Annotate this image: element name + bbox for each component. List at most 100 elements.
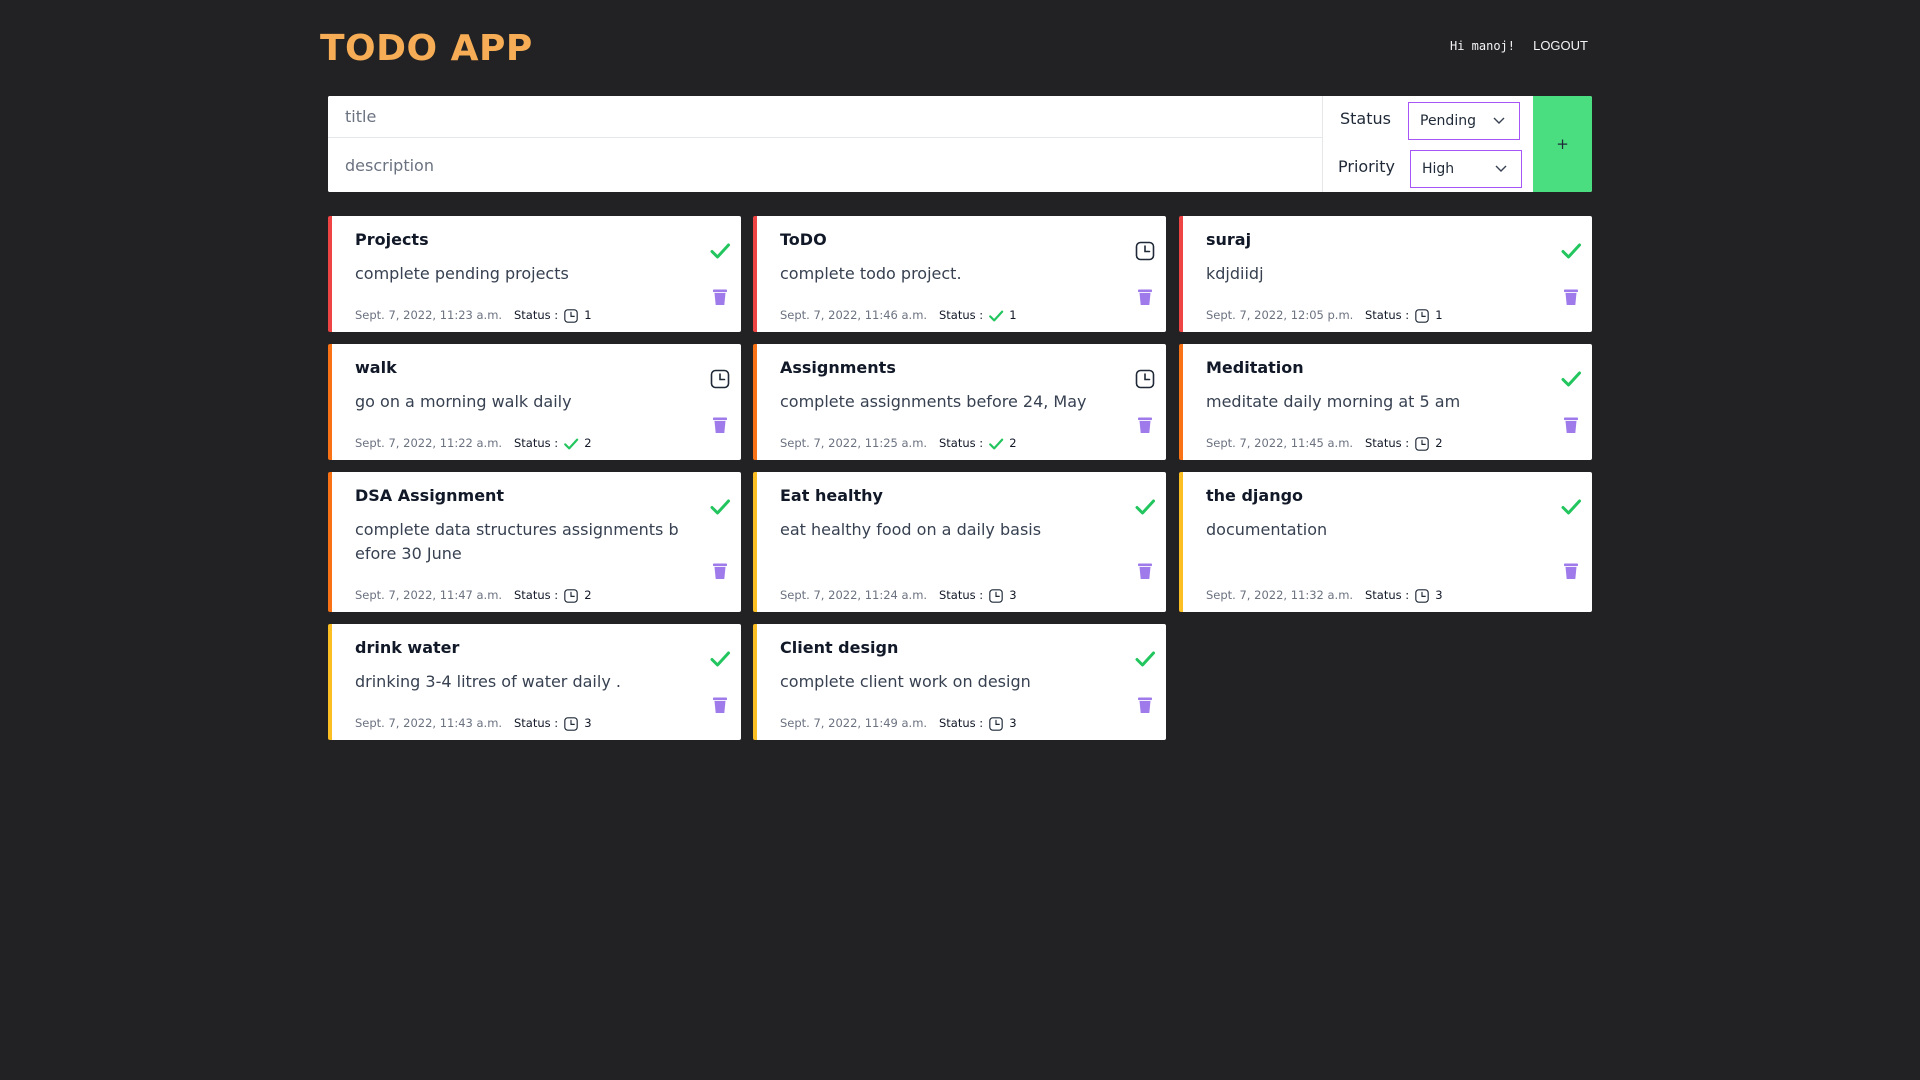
todo-card: drink water drinking 3-4 litres of water… xyxy=(328,624,741,740)
delete-button[interactable] xyxy=(712,696,728,714)
delete-button[interactable] xyxy=(712,562,728,580)
todo-status: Status : 1 xyxy=(939,308,1017,322)
toggle-status-button[interactable] xyxy=(1134,496,1156,518)
status-icon-wrap xyxy=(988,716,1004,731)
clock-icon xyxy=(989,589,1003,603)
todo-date: Sept. 7, 2022, 11:23 a.m. xyxy=(355,308,503,322)
title-input[interactable] xyxy=(328,96,1322,138)
trash-icon xyxy=(713,417,727,433)
trash-icon xyxy=(1138,563,1152,579)
todo-title: the django xyxy=(1206,486,1304,505)
status-select[interactable]: Pending xyxy=(1408,102,1520,140)
toggle-status-button[interactable] xyxy=(709,240,731,262)
todo-title: ToDO xyxy=(780,230,827,249)
todo-card: Client design complete client work on de… xyxy=(753,624,1166,740)
delete-button[interactable] xyxy=(1563,562,1579,580)
check-icon xyxy=(710,499,730,515)
toggle-status-button[interactable] xyxy=(709,368,731,390)
toggle-status-button[interactable] xyxy=(1134,368,1156,390)
todo-date: Sept. 7, 2022, 12:05 p.m. xyxy=(1206,308,1354,322)
todo-description: complete data structures assignments bef… xyxy=(355,520,679,563)
priority-number: 2 xyxy=(584,436,592,450)
delete-button[interactable] xyxy=(1137,696,1153,714)
todo-date: Sept. 7, 2022, 11:46 a.m. xyxy=(780,308,928,322)
trash-icon xyxy=(713,289,727,305)
priority-number: 1 xyxy=(584,308,592,322)
status-text: Status : xyxy=(939,308,984,322)
todo-title: Meditation xyxy=(1206,358,1304,377)
status-text: Status : xyxy=(514,588,559,602)
priority-number: 3 xyxy=(1435,588,1443,602)
priority-number: 2 xyxy=(584,588,592,602)
clock-icon xyxy=(564,309,578,323)
status-text: Status : xyxy=(939,588,984,602)
status-icon-wrap xyxy=(988,436,1004,450)
todo-date: Sept. 7, 2022, 11:22 a.m. xyxy=(355,436,503,450)
description-input[interactable] xyxy=(328,138,1322,192)
toggle-status-button[interactable] xyxy=(1560,240,1582,262)
status-text: Status : xyxy=(1365,436,1410,450)
toggle-status-button[interactable] xyxy=(1134,648,1156,670)
todo-status: Status : 3 xyxy=(514,716,592,731)
todo-description: drinking 3-4 litres of water daily . xyxy=(355,672,621,691)
clock-icon xyxy=(1415,437,1429,451)
todo-description: complete pending projects xyxy=(355,264,569,283)
toggle-status-button[interactable] xyxy=(1560,368,1582,390)
delete-button[interactable] xyxy=(1137,562,1153,580)
todo-card: Eat healthy eat healthy food on a daily … xyxy=(753,472,1166,612)
delete-button[interactable] xyxy=(1137,416,1153,434)
status-text: Status : xyxy=(514,436,559,450)
todo-title: Projects xyxy=(355,230,429,249)
todo-title: Client design xyxy=(780,638,899,657)
todo-title: drink water xyxy=(355,638,460,657)
check-icon xyxy=(1561,499,1581,515)
todo-card: suraj kdjdiidj Sept. 7, 2022, 12:05 p.m.… xyxy=(1179,216,1592,332)
trash-icon xyxy=(1138,697,1152,713)
user-greeting: Hi manoj! xyxy=(1449,39,1515,53)
priority-select-value: High xyxy=(1422,161,1455,177)
add-todo-button[interactable]: + xyxy=(1533,96,1592,192)
delete-button[interactable] xyxy=(1563,288,1579,306)
delete-button[interactable] xyxy=(1137,288,1153,306)
trash-icon xyxy=(1138,289,1152,305)
status-icon-wrap xyxy=(1414,588,1430,603)
todo-card: Assignments complete assignments before … xyxy=(753,344,1166,460)
clock-icon xyxy=(564,717,578,731)
todo-description: meditate daily morning at 5 am xyxy=(1206,392,1461,411)
clock-icon xyxy=(1135,241,1155,261)
check-icon xyxy=(989,310,1004,322)
priority-number: 3 xyxy=(1009,716,1017,730)
priority-number: 2 xyxy=(1435,436,1443,450)
priority-number: 3 xyxy=(1009,588,1017,602)
toggle-status-button[interactable] xyxy=(1560,496,1582,518)
clock-icon xyxy=(989,717,1003,731)
status-text: Status : xyxy=(514,716,559,730)
status-row: Status Pending xyxy=(1323,99,1534,140)
status-icon-wrap xyxy=(563,308,579,323)
todo-status: Status : 3 xyxy=(1365,588,1443,603)
delete-button[interactable] xyxy=(1563,416,1579,434)
todo-description: eat healthy food on a daily basis xyxy=(780,520,1042,539)
todo-title: suraj xyxy=(1206,230,1252,249)
toggle-status-button[interactable] xyxy=(1134,240,1156,262)
toggle-status-button[interactable] xyxy=(709,648,731,670)
clock-icon xyxy=(710,369,730,389)
status-icon-wrap xyxy=(563,436,579,450)
todo-card: DSA Assignment complete data structures … xyxy=(328,472,741,612)
status-icon-wrap xyxy=(1414,436,1430,451)
toggle-status-button[interactable] xyxy=(709,496,731,518)
todo-title: DSA Assignment xyxy=(355,486,505,505)
delete-button[interactable] xyxy=(712,288,728,306)
priority-select[interactable]: High xyxy=(1410,150,1522,188)
trash-icon xyxy=(1564,289,1578,305)
todo-card: Meditation meditate daily morning at 5 a… xyxy=(1179,344,1592,460)
delete-button[interactable] xyxy=(712,416,728,434)
logout-link[interactable]: LOGOUT xyxy=(1533,38,1588,53)
status-text: Status : xyxy=(939,436,984,450)
todo-status: Status : 2 xyxy=(1365,436,1443,451)
todo-date: Sept. 7, 2022, 11:43 a.m. xyxy=(355,716,503,730)
check-icon xyxy=(1561,371,1581,387)
status-text: Status : xyxy=(1365,588,1410,602)
trash-icon xyxy=(713,697,727,713)
add-todo-form: Status Pending Priority High + xyxy=(328,96,1592,192)
